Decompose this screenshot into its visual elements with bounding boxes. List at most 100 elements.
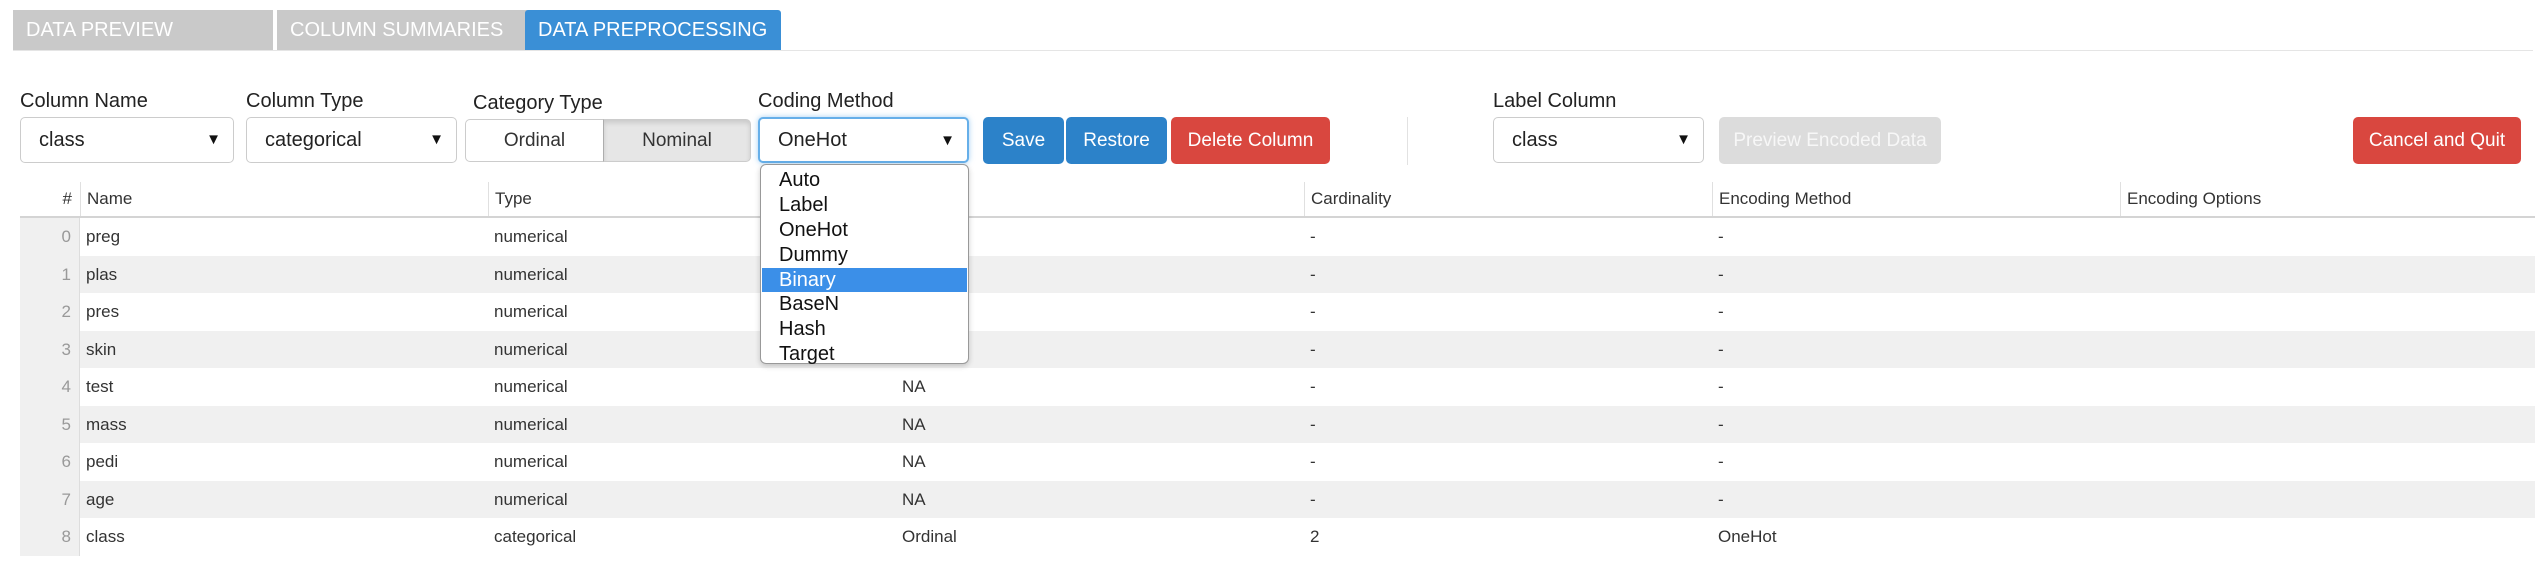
- cell-cardinality: -: [1310, 452, 1316, 471]
- column-name-label: Column Name: [20, 90, 148, 112]
- cell-encoding-options: [2120, 218, 2535, 256]
- coding-option-label[interactable]: Label: [762, 193, 967, 218]
- cell-category-type: NA: [902, 452, 926, 471]
- table-row[interactable]: 5 mass numerical NA - -: [20, 405, 2535, 444]
- label-column-select[interactable]: class ▼: [1493, 117, 1704, 163]
- cell-encoding-options: [2120, 406, 2535, 444]
- cell-index: 8: [20, 518, 80, 556]
- header-encoding-method[interactable]: Encoding Method: [1712, 182, 2120, 216]
- cell-name: age: [86, 489, 115, 509]
- cell-type: numerical: [494, 489, 568, 509]
- save-button[interactable]: Save: [983, 117, 1064, 164]
- cell-index: 1: [20, 255, 80, 293]
- table-row[interactable]: 2 pres numerical - -: [20, 293, 2535, 331]
- table-header: # Name Type Cardinality Encoding Method …: [20, 182, 2535, 218]
- tab-data-preprocessing[interactable]: DATA PREPROCESSING: [525, 10, 781, 50]
- cell-encoding-method: -: [1718, 264, 1724, 284]
- cell-name: skin: [86, 339, 117, 359]
- cell-index: 4: [20, 368, 80, 406]
- cell-encoding-method: -: [1718, 227, 1724, 246]
- cell-cardinality: -: [1310, 414, 1316, 434]
- cell-cardinality: -: [1310, 302, 1316, 321]
- table-row[interactable]: 0 preg numerical - -: [20, 218, 2535, 256]
- cell-encoding-options: [2120, 256, 2535, 294]
- cell-type: numerical: [494, 377, 568, 396]
- delete-column-button[interactable]: Delete Column: [1171, 117, 1330, 164]
- cell-category-type: NA: [902, 489, 926, 509]
- column-type-value: categorical: [265, 129, 362, 151]
- cell-index: 2: [20, 293, 80, 331]
- coding-option-auto[interactable]: Auto: [762, 168, 967, 193]
- label-column-value: class: [1512, 129, 1558, 151]
- table-row[interactable]: 7 age numerical NA - -: [20, 480, 2535, 519]
- cell-name: mass: [86, 414, 127, 434]
- cell-encoding-method: -: [1718, 302, 1724, 321]
- chevron-down-icon: ▼: [429, 131, 444, 148]
- restore-button[interactable]: Restore: [1066, 117, 1167, 164]
- cell-cardinality: -: [1310, 339, 1316, 359]
- column-name-select[interactable]: class ▼: [20, 117, 234, 163]
- cell-encoding-method: -: [1718, 339, 1724, 359]
- cell-category-type: Ordinal: [902, 527, 957, 546]
- category-type-ordinal-button[interactable]: Ordinal: [465, 119, 604, 162]
- cell-name: preg: [86, 227, 121, 246]
- chevron-down-icon: ▼: [1676, 131, 1691, 148]
- coding-option-binary[interactable]: Binary: [762, 267, 967, 293]
- cell-cardinality: -: [1310, 227, 1316, 246]
- coding-option-basen[interactable]: BaseN: [762, 292, 967, 317]
- header-encoding-options[interactable]: Encoding Options: [2120, 182, 2535, 216]
- cell-name: pres: [86, 302, 120, 321]
- columns-table: # Name Type Cardinality Encoding Method …: [20, 182, 2535, 556]
- table-body: 0 preg numerical - - 1 plas numerical - - 2 pres num…: [20, 218, 2535, 556]
- coding-method-label: Coding Method: [758, 90, 894, 112]
- cancel-and-quit-button[interactable]: Cancel and Quit: [2353, 117, 2521, 164]
- table-row[interactable]: 3 skin numerical - -: [20, 330, 2535, 368]
- cell-encoding-method: -: [1718, 414, 1724, 434]
- cell-name: pedi: [86, 452, 119, 471]
- table-row[interactable]: 1 plas numerical - -: [20, 255, 2535, 294]
- cell-encoding-options: [2120, 293, 2535, 331]
- cell-encoding-options: [2120, 481, 2535, 519]
- cell-cardinality: -: [1310, 377, 1316, 396]
- table-row[interactable]: 6 pedi numerical NA - -: [20, 443, 2535, 481]
- column-type-select[interactable]: categorical ▼: [246, 117, 457, 163]
- cell-encoding-method: OneHot: [1718, 527, 1777, 546]
- coding-option-target[interactable]: Target: [762, 342, 967, 367]
- table-row[interactable]: 4 test numerical NA - -: [20, 368, 2535, 406]
- coding-method-select[interactable]: OneHot ▼: [758, 117, 969, 163]
- table-row[interactable]: 8 class categorical Ordinal 2 OneHot: [20, 518, 2535, 556]
- coding-option-dummy[interactable]: Dummy: [762, 243, 967, 268]
- cell-encoding-options: [2120, 443, 2535, 481]
- chevron-down-icon: ▼: [206, 131, 221, 148]
- cell-category-type: NA: [902, 377, 926, 396]
- column-type-label: Column Type: [246, 90, 364, 112]
- cell-name: class: [86, 527, 125, 546]
- cell-type: categorical: [494, 527, 577, 546]
- cell-index: 0: [20, 218, 80, 256]
- preview-encoded-data-button[interactable]: Preview Encoded Data: [1719, 117, 1941, 164]
- cell-index: 6: [20, 443, 80, 481]
- header-cardinality[interactable]: Cardinality: [1304, 182, 1712, 216]
- chevron-down-icon: ▼: [940, 132, 955, 149]
- cell-index: 3: [20, 330, 80, 368]
- coding-option-onehot[interactable]: OneHot: [762, 218, 967, 243]
- column-name-value: class: [39, 129, 85, 151]
- cell-encoding-options: [2120, 518, 2535, 556]
- cell-name: plas: [86, 264, 118, 284]
- cell-index: 7: [20, 480, 80, 518]
- cell-cardinality: -: [1310, 264, 1316, 284]
- coding-method-options-list: Auto Label OneHot Dummy Binary BaseN Hash Targe…: [760, 164, 969, 367]
- header-name[interactable]: Name: [80, 182, 488, 216]
- category-type-label: Category Type: [473, 92, 603, 114]
- header-index: #: [62, 189, 72, 208]
- cell-index: 5: [20, 405, 80, 443]
- cell-name: test: [86, 377, 114, 396]
- cell-encoding-method: -: [1718, 377, 1724, 396]
- tab-column-summaries[interactable]: COLUMN SUMMARIES: [277, 10, 533, 50]
- coding-option-hash[interactable]: Hash: [762, 317, 967, 342]
- tab-data-preview[interactable]: DATA PREVIEW: [13, 10, 273, 50]
- cell-category-type: NA: [902, 414, 926, 434]
- category-type-nominal-button[interactable]: Nominal: [603, 119, 751, 162]
- divider: [1407, 117, 1408, 165]
- coding-method-value: OneHot: [778, 129, 847, 151]
